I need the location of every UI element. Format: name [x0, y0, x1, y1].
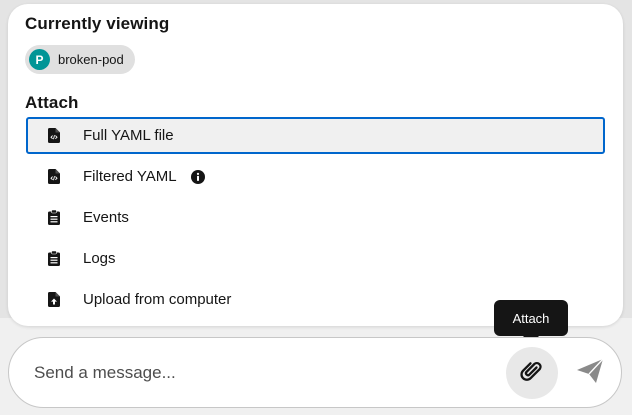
clipboard-icon — [47, 251, 61, 267]
menu-item-full-yaml[interactable]: Full YAML file — [26, 117, 605, 154]
menu-item-label: Logs — [83, 250, 116, 267]
tooltip-text: Attach — [512, 310, 550, 326]
pod-badge: P — [29, 49, 50, 70]
menu-item-filtered-yaml[interactable]: Filtered YAML — [26, 158, 605, 195]
clipboard-icon — [47, 210, 61, 226]
message-bar — [8, 337, 622, 408]
resource-name: broken-pod — [58, 52, 124, 67]
send-icon — [576, 358, 604, 389]
menu-item-label: Events — [83, 209, 129, 226]
menu-item-events[interactable]: Events — [26, 199, 605, 236]
message-input[interactable] — [34, 360, 474, 386]
file-upload-icon — [47, 292, 61, 308]
attach-options: Full YAML file Filtered YAML Events Logs… — [26, 117, 605, 322]
send-button[interactable] — [569, 352, 611, 394]
paperclip-icon — [519, 358, 545, 389]
chat-page: Currently viewing P broken-pod Attach Fu… — [0, 0, 632, 415]
menu-item-label: Full YAML file — [83, 127, 174, 144]
attach-button[interactable] — [506, 347, 558, 399]
attach-title: Attach — [25, 93, 79, 112]
file-code-icon — [47, 128, 61, 144]
menu-item-logs[interactable]: Logs — [26, 240, 605, 277]
attach-menu: Currently viewing P broken-pod Attach Fu… — [8, 4, 623, 326]
menu-item-label: Filtered YAML — [83, 168, 177, 185]
info-icon[interactable] — [190, 169, 205, 184]
attach-tooltip: Attach — [494, 300, 568, 344]
currently-viewing-title: Currently viewing — [25, 14, 170, 33]
file-code-icon — [47, 169, 61, 185]
menu-item-label: Upload from computer — [83, 291, 232, 308]
resource-chip: P broken-pod — [25, 45, 135, 74]
